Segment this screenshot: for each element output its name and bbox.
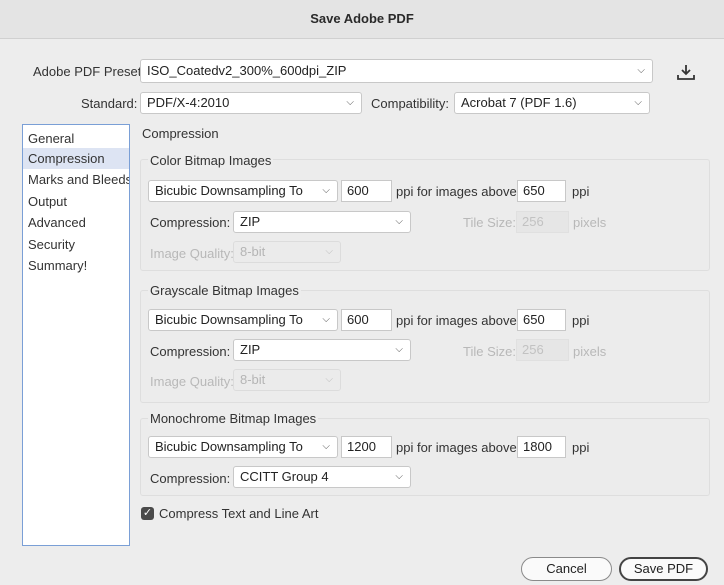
chevron-down-icon: ⌵	[325, 246, 333, 257]
sidebar-item-summary[interactable]: Summary!	[23, 255, 129, 276]
preset-select[interactable]: ISO_Coatedv2_300%_600dpi_ZIP ⌵	[140, 59, 653, 83]
monochrome-ppi-input[interactable]: 1200	[341, 436, 392, 458]
sidebar-item-security[interactable]: Security	[23, 234, 129, 255]
chevron-down-icon: ⌵	[322, 441, 330, 452]
color-sampling-select[interactable]: Bicubic Downsampling To ⌵	[148, 180, 338, 202]
preset-label: Adobe PDF Preset:	[33, 64, 145, 79]
window-title: Save Adobe PDF	[0, 0, 724, 39]
standard-label: Standard:	[81, 96, 138, 111]
grayscale-above-input[interactable]: 650	[517, 309, 566, 331]
monochrome-group-title: Monochrome Bitmap Images	[148, 411, 319, 426]
color-above-label: ppi for images above	[396, 184, 517, 199]
grayscale-quality-value: 8-bit	[240, 372, 266, 387]
color-tile-label: Tile Size:	[463, 215, 516, 230]
grayscale-compression-label: Compression:	[150, 344, 231, 359]
sidebar-item-compression[interactable]: Compression	[23, 148, 129, 169]
save-preset-icon[interactable]	[676, 63, 696, 81]
category-sidebar: General Compression Marks and Bleeds Out…	[22, 124, 130, 546]
chevron-down-icon: ⌵	[634, 97, 642, 108]
color-ppi-unit: ppi	[572, 184, 590, 199]
sidebar-item-marks-and-bleeds[interactable]: Marks and Bleeds	[23, 169, 129, 190]
color-compression-label: Compression:	[150, 215, 231, 230]
compress-text-checkbox[interactable]: ✓	[141, 507, 154, 520]
compress-text-label: Compress Text and Line Art	[159, 506, 319, 521]
grayscale-compression-value: ZIP	[240, 342, 261, 357]
color-compression-value: ZIP	[240, 214, 261, 229]
cancel-button[interactable]: Cancel	[521, 557, 612, 581]
grayscale-ppi-unit: ppi	[572, 313, 590, 328]
monochrome-sampling-value: Bicubic Downsampling To	[155, 439, 303, 454]
standard-value: PDF/X-4:2010	[147, 95, 230, 110]
compatibility-select[interactable]: Acrobat 7 (PDF 1.6) ⌵	[454, 92, 650, 114]
chevron-down-icon: ⌵	[322, 185, 330, 196]
save-pdf-button[interactable]: Save PDF	[619, 557, 708, 581]
standard-select[interactable]: PDF/X-4:2010 ⌵	[140, 92, 362, 114]
panel-title: Compression	[142, 126, 219, 141]
chevron-down-icon: ⌵	[395, 471, 403, 482]
monochrome-above-label: ppi for images above	[396, 440, 517, 455]
monochrome-compression-select[interactable]: CCITT Group 4 ⌵	[233, 466, 411, 488]
color-above-input[interactable]: 650	[517, 180, 566, 202]
preset-value: ISO_Coatedv2_300%_600dpi_ZIP	[147, 63, 347, 78]
compatibility-value: Acrobat 7 (PDF 1.6)	[461, 95, 577, 110]
save-pdf-dialog: Save Adobe PDF Adobe PDF Preset: ISO_Coa…	[0, 0, 724, 585]
monochrome-sampling-select[interactable]: Bicubic Downsampling To ⌵	[148, 436, 338, 458]
monochrome-compression-label: Compression:	[150, 471, 231, 486]
color-quality-select[interactable]: 8-bit ⌵	[233, 241, 341, 263]
sidebar-item-general[interactable]: General	[23, 128, 129, 149]
monochrome-compression-value: CCITT Group 4	[240, 469, 329, 484]
grayscale-ppi-input[interactable]: 600	[341, 309, 392, 331]
monochrome-above-input[interactable]: 1800	[517, 436, 566, 458]
grayscale-tile-input[interactable]: 256	[516, 339, 569, 361]
compatibility-label: Compatibility:	[371, 96, 450, 111]
grayscale-quality-label: Image Quality:	[150, 374, 234, 389]
grayscale-sampling-value: Bicubic Downsampling To	[155, 312, 303, 327]
chevron-down-icon: ⌵	[637, 65, 645, 76]
color-tile-unit: pixels	[573, 215, 607, 230]
grayscale-group-title: Grayscale Bitmap Images	[148, 283, 301, 298]
color-group-title: Color Bitmap Images	[148, 153, 274, 168]
grayscale-tile-label: Tile Size:	[463, 344, 516, 359]
monochrome-ppi-unit: ppi	[572, 440, 590, 455]
color-compression-select[interactable]: ZIP ⌵	[233, 211, 411, 233]
grayscale-sampling-select[interactable]: Bicubic Downsampling To ⌵	[148, 309, 338, 331]
chevron-down-icon: ⌵	[395, 216, 403, 227]
sidebar-item-advanced[interactable]: Advanced	[23, 212, 129, 233]
grayscale-compression-select[interactable]: ZIP ⌵	[233, 339, 411, 361]
sidebar-item-output[interactable]: Output	[23, 191, 129, 212]
checkmark-icon: ✓	[142, 507, 153, 519]
color-quality-label: Image Quality:	[150, 246, 234, 261]
color-sampling-value: Bicubic Downsampling To	[155, 183, 303, 198]
chevron-down-icon: ⌵	[395, 344, 403, 355]
chevron-down-icon: ⌵	[346, 97, 354, 108]
grayscale-quality-select[interactable]: 8-bit ⌵	[233, 369, 341, 391]
grayscale-above-label: ppi for images above	[396, 313, 517, 328]
color-quality-value: 8-bit	[240, 244, 266, 259]
chevron-down-icon: ⌵	[325, 374, 333, 385]
chevron-down-icon: ⌵	[322, 314, 330, 325]
color-ppi-input[interactable]: 600	[341, 180, 392, 202]
grayscale-tile-unit: pixels	[573, 344, 607, 359]
color-tile-input[interactable]: 256	[516, 211, 569, 233]
